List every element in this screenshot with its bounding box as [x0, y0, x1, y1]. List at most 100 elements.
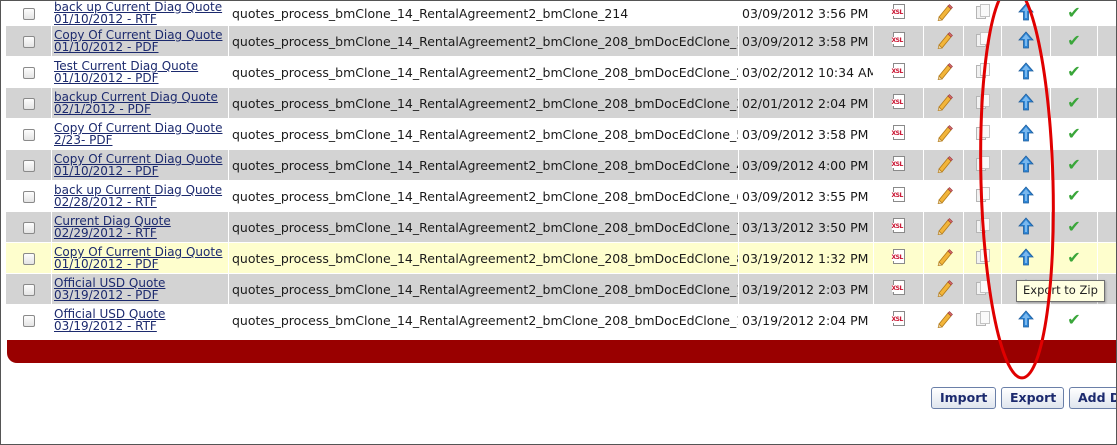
row-tail-cell — [1097, 180, 1117, 212]
xsl-file-icon[interactable]: XSL — [891, 31, 906, 48]
pencil-icon[interactable] — [935, 3, 953, 21]
row-checkbox[interactable] — [22, 190, 35, 203]
row-tail-cell — [1097, 25, 1117, 57]
xsl-file-icon[interactable]: XSL — [891, 217, 906, 234]
pencil-icon[interactable] — [935, 186, 953, 204]
copy-document-icon[interactable] — [975, 3, 990, 20]
document-name-link[interactable]: Copy Of Current Diag Quote 2/23- PDF — [54, 122, 228, 146]
add-button[interactable]: Add D — [1069, 387, 1117, 409]
xsl-cell: XSL — [873, 304, 924, 336]
xsl-file-icon[interactable]: XSL — [891, 186, 906, 203]
pencil-icon[interactable] — [935, 155, 953, 173]
up-arrow-icon[interactable] — [1018, 2, 1034, 21]
up-arrow-icon[interactable] — [1018, 61, 1034, 80]
file-name: quotes_process_bmClone_14_RentalAgreemen… — [232, 157, 739, 173]
row-checkbox[interactable] — [22, 221, 35, 234]
table-footer-bar — [7, 340, 1117, 363]
pencil-icon[interactable] — [935, 124, 953, 142]
pencil-icon[interactable] — [935, 217, 953, 235]
file-name: quotes_process_bmClone_14_RentalAgreemen… — [232, 312, 739, 328]
row-checkbox[interactable] — [22, 66, 35, 79]
xsl-cell: XSL — [873, 273, 924, 305]
xsl-file-icon[interactable]: XSL — [891, 248, 906, 265]
xsl-file-icon[interactable]: XSL — [891, 62, 906, 79]
document-name-link[interactable]: back up Current Diag Quote 01/10/2012 - … — [54, 2, 228, 25]
row-checkbox[interactable] — [22, 7, 35, 20]
copy-document-icon[interactable] — [975, 93, 990, 110]
document-name-link[interactable]: Official USD Quote 03/19/2012 - PDF — [54, 277, 228, 301]
row-checkbox[interactable] — [22, 128, 35, 141]
up-arrow-icon[interactable] — [1018, 247, 1034, 266]
copy-document-icon[interactable] — [975, 217, 990, 234]
up-arrow-icon[interactable] — [1018, 123, 1034, 142]
row-checkbox[interactable] — [22, 252, 35, 265]
document-name-line2: 01/10/2012 - PDF — [54, 40, 159, 54]
xsl-file-icon[interactable]: XSL — [891, 310, 906, 327]
document-name-link[interactable]: Current Diag Quote 02/29/2012 - RTF — [54, 215, 228, 239]
copy-cell — [963, 180, 1002, 212]
document-name-link[interactable]: Test Current Diag Quote 01/10/2012 - PDF — [54, 60, 228, 84]
status-cell: ✔ — [1050, 304, 1098, 336]
modified-date: 03/13/2012 3:50 PM — [742, 219, 869, 235]
copy-document-icon[interactable] — [975, 248, 990, 265]
modified-date: 02/01/2012 2:04 PM — [742, 95, 869, 111]
up-arrow-icon[interactable] — [1018, 30, 1034, 49]
document-name-link[interactable]: back up Current Diag Quote 02/28/2012 - … — [54, 184, 228, 208]
table-row: Copy Of Current Diag Quote 01/10/2012 - … — [5, 242, 1117, 274]
file-name-cell: quotes_process_bmClone_14_RentalAgreemen… — [228, 211, 739, 243]
xsl-file-icon[interactable]: XSL — [891, 93, 906, 110]
file-name: quotes_process_bmClone_14_RentalAgreemen… — [232, 219, 739, 235]
copy-document-icon[interactable] — [975, 186, 990, 203]
document-name-link[interactable]: Official USD Quote 03/19/2012 - RTF — [54, 308, 228, 332]
document-name-link[interactable]: Copy Of Current Diag Quote 01/10/2012 - … — [54, 246, 228, 270]
xsl-file-icon[interactable]: XSL — [891, 279, 906, 296]
file-name-cell: quotes_process_bmClone_14_RentalAgreemen… — [228, 180, 739, 212]
file-name: quotes_process_bmClone_14_RentalAgreemen… — [232, 33, 739, 49]
status-cell: ✔ — [1050, 211, 1098, 243]
modified-date-cell: 03/09/2012 4:00 PM — [738, 149, 874, 181]
up-arrow-icon[interactable] — [1018, 185, 1034, 204]
document-name-link[interactable]: Copy Of Current Diag Quote 01/10/2012 - … — [54, 153, 228, 177]
pencil-icon[interactable] — [935, 31, 953, 49]
row-checkbox[interactable] — [22, 314, 35, 327]
status-cell: ✔ — [1050, 87, 1098, 119]
xsl-file-icon[interactable]: XSL — [891, 155, 906, 172]
pencil-icon[interactable] — [935, 248, 953, 266]
copy-cell — [963, 87, 1002, 119]
pencil-icon[interactable] — [935, 93, 953, 111]
status-cell: ✔ — [1050, 180, 1098, 212]
xsl-file-icon[interactable]: XSL — [891, 3, 906, 20]
copy-cell — [963, 56, 1002, 88]
row-checkbox[interactable] — [22, 97, 35, 110]
document-name-link[interactable]: backup Current Diag Quote 02/1/2012 - PD… — [54, 91, 228, 115]
modified-date: 03/02/2012 10:34 AM — [742, 64, 874, 80]
table-row: Current Diag Quote 02/29/2012 - RTF quot… — [5, 211, 1117, 243]
copy-document-icon[interactable] — [975, 124, 990, 141]
up-arrow-icon[interactable] — [1018, 92, 1034, 111]
modified-date-cell: 03/19/2012 2:04 PM — [738, 304, 874, 336]
copy-document-icon[interactable] — [975, 31, 990, 48]
export-button[interactable]: Export — [1001, 387, 1064, 409]
export-cell — [1001, 149, 1051, 181]
row-tail-cell — [1097, 304, 1117, 336]
table-row: Test Current Diag Quote 01/10/2012 - PDF… — [5, 56, 1117, 88]
copy-document-icon[interactable] — [975, 155, 990, 172]
row-checkbox[interactable] — [22, 159, 35, 172]
pencil-icon[interactable] — [935, 310, 953, 328]
copy-document-icon[interactable] — [975, 310, 990, 327]
import-button[interactable]: Import — [931, 387, 996, 409]
copy-document-icon[interactable] — [975, 279, 990, 296]
row-checkbox-cell — [5, 149, 52, 181]
pencil-icon[interactable] — [935, 279, 953, 297]
up-arrow-icon[interactable] — [1018, 216, 1034, 235]
up-arrow-icon[interactable] — [1018, 309, 1034, 328]
xsl-file-icon[interactable]: XSL — [891, 124, 906, 141]
row-checkbox[interactable] — [22, 283, 35, 296]
pencil-icon[interactable] — [935, 62, 953, 80]
up-arrow-icon[interactable] — [1018, 154, 1034, 173]
row-checkbox[interactable] — [22, 35, 35, 48]
copy-document-icon[interactable] — [975, 62, 990, 79]
document-name-line2: 02/28/2012 - RTF — [54, 195, 157, 209]
document-name-link[interactable]: Copy Of Current Diag Quote 01/10/2012 - … — [54, 29, 228, 53]
status-cell: ✔ — [1050, 25, 1098, 57]
